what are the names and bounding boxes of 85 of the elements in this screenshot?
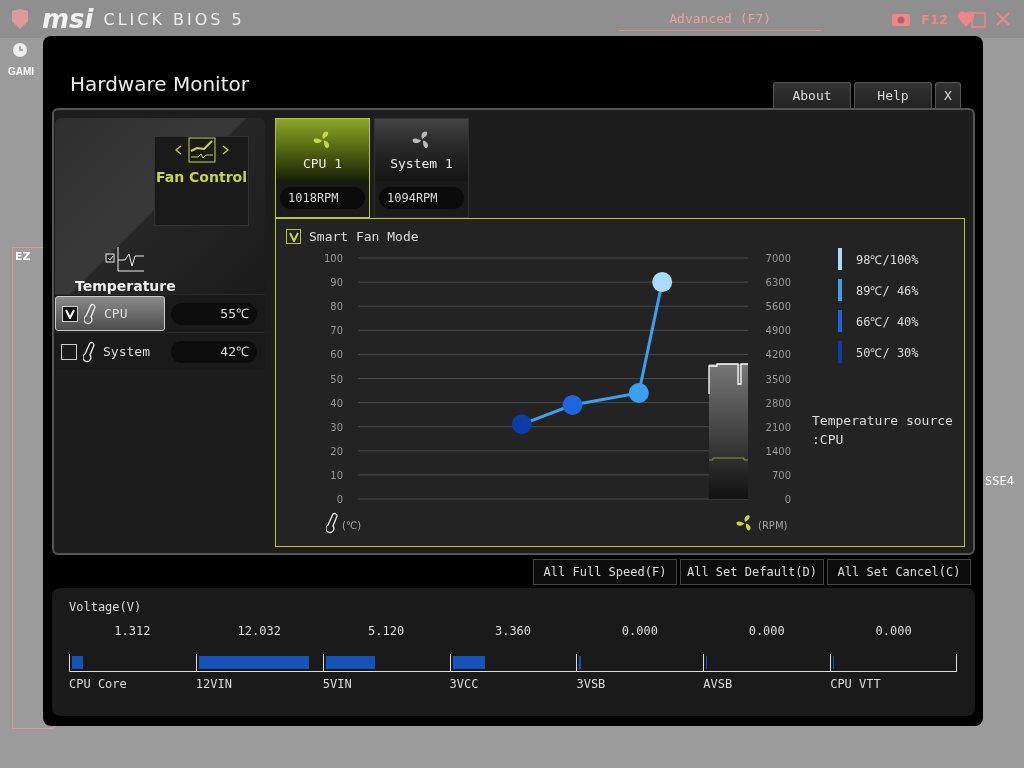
voltage-value: 1.312 [113,624,152,640]
voltage-value: 12.032 [236,624,282,640]
voltage-label: 12VIN [195,677,233,691]
fan-name: System 1 [390,155,453,171]
axis-tick: 2100 [765,421,791,433]
voltage-label: 3VCC [449,677,480,691]
thermometer-icon [84,302,98,325]
axis-tick: 700 [771,469,791,481]
voltage-label: CPU VTT [830,677,882,691]
legend-label: 98℃/100% [856,251,919,268]
axis-tick: 3500 [765,373,791,385]
temperature-graph-icon[interactable] [105,246,146,272]
axis-tick: 0 [784,494,791,505]
voltage-value: 0.000 [747,624,786,640]
smart-fan-label: Smart Fan Mode [309,229,419,244]
mode-label[interactable]: Fan Control [156,169,247,185]
axis-tick: 40 [330,397,343,409]
axis-tick: 70 [330,325,343,337]
header-button[interactable]: Help [854,82,932,108]
axis-tick: 10 [330,469,343,481]
temperature-source-text: Temperature source [812,413,953,428]
temperature-source-text: :CPU [812,432,845,447]
right-chevron-icon[interactable] [221,145,229,155]
fan-tab[interactable]: CPU 1 1018RPM [275,118,370,218]
mode-label[interactable]: Temperature [75,278,176,294]
voltage-value: 5.120 [367,624,406,640]
smart-fan-checkbox[interactable] [286,229,301,244]
fan-curve-icon[interactable] [187,137,216,163]
axis-tick: 60 [330,349,343,361]
voltage-label: 3VSB [576,677,607,691]
left-chevron-icon[interactable] [174,145,182,155]
thermometer-icon [325,513,337,533]
legend-label: 66℃/ 40% [856,313,919,330]
close-button[interactable]: X [935,82,961,108]
ez-label: EZ [14,249,32,265]
sensor-item[interactable]: System [55,334,165,369]
curve-point-handle[interactable] [652,272,673,293]
fan-tab[interactable]: System 1 1094RPM [374,118,469,218]
brand-logo: msi [42,4,94,34]
legend-label: 89℃/ 46% [856,282,919,299]
fan-name: CPU 1 [302,155,343,171]
axis-tick: 1400 [765,445,791,457]
axis-tick: 5600 [765,301,791,313]
axis-tick: 2800 [765,397,791,409]
cpu-feature-text: SSE4 [985,474,1014,490]
thermometer-icon [83,340,97,363]
axis-tick: 7000 [765,253,791,264]
curve-point-handle[interactable] [562,395,583,415]
sensor-checkbox[interactable] [62,305,78,322]
action-button[interactable]: All Full Speed(F) [533,558,677,585]
legend-label: 50℃/ 30% [856,344,919,361]
axis-tick: 50 [330,373,343,385]
voltage-title: Voltage(V) [69,600,143,614]
temperature-reading: 55℃ [171,302,257,325]
curve-point-handle[interactable] [628,382,649,403]
window-title: Hardware Monitor [70,72,249,96]
temperature-reading: 42℃ [171,340,257,363]
fan-speed: 1094RPM [379,187,464,209]
axis-tick: 30 [330,421,343,433]
sensor-checkbox[interactable] [61,343,77,360]
axis-tick: 80 [330,301,343,313]
axis-tick: 100 [323,253,343,264]
voltage-label: CPU Core [69,677,128,691]
product-name: CLICK BIOS 5 [103,9,245,29]
voltage-value: 0.000 [874,624,913,640]
axis-tick: 90 [330,277,343,289]
voltage-label: 5VIN [322,677,353,691]
voltage-label: AVSB [703,677,734,691]
axis-tick: 20 [330,445,343,457]
fan-icon [736,515,752,531]
axis-tick: 0 [336,494,343,505]
action-button[interactable]: All Set Default(D) [680,558,824,585]
temperature-unit: (℃) [342,520,362,531]
axis-tick: 4900 [765,325,791,337]
voltage-value: 0.000 [620,624,659,640]
voltage-value: 3.360 [493,624,533,640]
rpm-unit: (RPM) [758,520,788,531]
axis-tick: 6300 [765,277,791,289]
axis-tick: 4200 [765,349,791,361]
screenshot-key: F12 [921,11,948,27]
fan-speed: 1018RPM [280,187,365,209]
header-button[interactable]: About [773,82,851,108]
sensor-item[interactable]: CPU [55,296,165,331]
action-button[interactable]: All Set Cancel(C) [827,558,971,585]
curve-point-handle[interactable] [511,414,532,435]
